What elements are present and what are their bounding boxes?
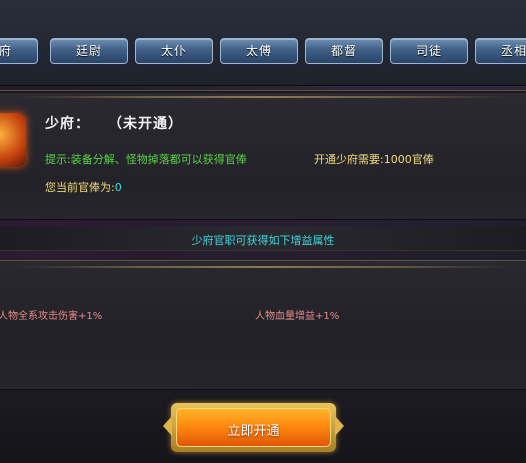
activate-now-button[interactable]: 立即开通 — [163, 403, 344, 452]
tab-situ[interactable]: 司徒 — [390, 38, 468, 64]
tab-taifu[interactable]: 太傅 — [220, 38, 298, 64]
tab-chengxiang[interactable]: 丞相 — [475, 38, 526, 64]
tab-label: 太傅 — [245, 44, 272, 58]
bonus-section-title: 少府官职可获得如下增益属性 — [191, 234, 335, 247]
tab-label: 丞相 — [500, 44, 526, 58]
office-tab-bar: 少府 廷尉 太仆 太傅 都督 司徒 丞相 — [0, 0, 526, 86]
office-info-panel: ❖ 少府： （未开通） 提示:装备分解、怪物掉落都可以获得官俸 开通少府需要:1… — [0, 90, 526, 220]
tab-shaofu[interactable]: 少府 — [0, 38, 38, 64]
office-name: 少府： — [45, 116, 90, 132]
requirement-label: 开通少府需要: — [314, 153, 384, 166]
office-window: 少府 廷尉 太仆 太傅 都督 司徒 丞相 ❖ 少府： （未开通） 提示:装备分解… — [0, 0, 526, 463]
tab-label: 少府 — [0, 44, 12, 58]
activate-button-label: 立即开通 — [227, 424, 280, 439]
current-salary-line: 您当前官俸为:0 — [45, 179, 122, 195]
button-right-cap — [335, 416, 344, 436]
requirement-line: 开通少府需要:1000官俸 — [314, 151, 434, 167]
button-face: 立即开通 — [176, 408, 331, 447]
attribute-hp-bonus: 人物血量增益+1% — [255, 311, 340, 322]
hint-label: 提示: — [45, 153, 71, 166]
tab-label: 都督 — [330, 44, 357, 58]
panel-divider — [16, 266, 510, 268]
bonus-attributes-panel: 人物全系攻击伤害+1% 人物血量增益+1% — [0, 260, 526, 390]
tab-label: 太仆 — [160, 44, 187, 58]
current-salary-label: 您当前官俸为: — [45, 181, 115, 194]
button-left-cap — [163, 416, 172, 436]
tab-dudu[interactable]: 都督 — [305, 38, 383, 64]
tab-label: 司徒 — [415, 44, 442, 58]
current-salary-value: 0 — [114, 181, 122, 194]
hint-text: 装备分解、怪物掉落都可以获得官俸 — [70, 153, 247, 166]
attribute-attack-bonus: 人物全系攻击伤害+1% — [0, 311, 103, 322]
requirement-value: 1000官俸 — [383, 153, 434, 166]
tab-taipu[interactable]: 太仆 — [135, 38, 213, 64]
office-emblem-icon: ❖ — [0, 113, 26, 167]
office-status: （未开通） — [108, 116, 183, 132]
hint-line: 提示:装备分解、怪物掉落都可以获得官俸 — [45, 151, 247, 167]
tab-tingwei[interactable]: 廷尉 — [50, 38, 128, 64]
panel-divider — [16, 96, 510, 98]
tab-label: 廷尉 — [75, 44, 102, 58]
bonus-section-banner: 少府官职可获得如下增益属性 — [0, 226, 526, 251]
